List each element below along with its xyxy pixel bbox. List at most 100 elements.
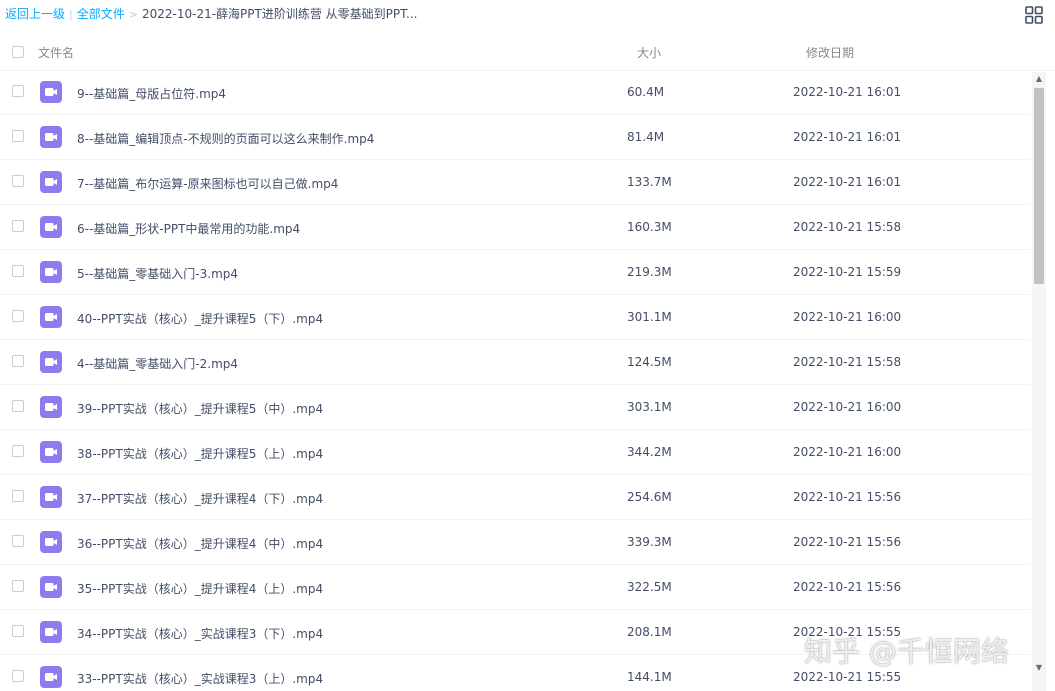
- current-folder-name: 2022-10-21-薛海PPT进阶训练营 从零基础到PPT...: [141, 7, 418, 21]
- video-file-icon: [40, 666, 62, 688]
- table-row[interactable]: 39--PPT实战（核心）_提升课程5（中）.mp4 303.1M 2022-10-…: [0, 385, 1030, 430]
- breadcrumb: 返回上一级 | 全部文件 >2022-10-21-薛海PPT进阶训练营 从零基础到PP…: [5, 6, 417, 23]
- table-header: 文件名 大小 修改日期: [0, 33, 1055, 71]
- file-name[interactable]: 33--PPT实战（核心）_实战课程3（上）.mp4: [77, 670, 323, 687]
- file-size: 303.1M: [627, 400, 672, 414]
- vertical-scrollbar[interactable]: ▲ ▼: [1032, 72, 1046, 691]
- file-modified-date: 2022-10-21 15:58: [793, 220, 902, 234]
- file-name[interactable]: 6--基础篇_形状-PPT中最常用的功能.mp4: [77, 220, 300, 237]
- row-checkbox[interactable]: [12, 85, 24, 97]
- file-name[interactable]: 38--PPT实战（核心）_提升课程5（上）.mp4: [77, 445, 323, 462]
- file-size: 254.6M: [627, 490, 672, 504]
- file-name[interactable]: 9--基础篇_母版占位符.mp4: [77, 85, 226, 102]
- file-name[interactable]: 35--PPT实战（核心）_提升课程4（上）.mp4: [77, 580, 323, 597]
- video-file-icon: [40, 126, 62, 148]
- file-modified-date: 2022-10-21 15:55: [793, 670, 902, 684]
- file-modified-date: 2022-10-21 15:58: [793, 355, 902, 369]
- back-link[interactable]: 返回上一级: [5, 7, 65, 21]
- column-header-name[interactable]: 文件名: [38, 44, 74, 61]
- grid-view-icon[interactable]: [1025, 6, 1043, 24]
- video-file-icon: [40, 306, 62, 328]
- file-modified-date: 2022-10-21 15:55: [793, 625, 902, 639]
- file-name[interactable]: 4--基础篇_零基础入门-2.mp4: [77, 355, 238, 372]
- row-checkbox[interactable]: [12, 175, 24, 187]
- file-size: 339.3M: [627, 535, 672, 549]
- video-file-icon: [40, 261, 62, 283]
- file-modified-date: 2022-10-21 16:00: [793, 310, 902, 324]
- file-browser: 返回上一级 | 全部文件 >2022-10-21-薛海PPT进阶训练营 从零基础到PP…: [0, 0, 1055, 691]
- scrollbar-thumb[interactable]: [1034, 88, 1044, 284]
- video-file-icon: [40, 621, 62, 643]
- file-name[interactable]: 5--基础篇_零基础入门-3.mp4: [77, 265, 238, 282]
- file-size: 124.5M: [627, 355, 672, 369]
- file-name[interactable]: 8--基础篇_编辑顶点-不规则的页面可以这么来制作.mp4: [77, 130, 374, 147]
- row-checkbox[interactable]: [12, 220, 24, 232]
- table-row[interactable]: 37--PPT实战（核心）_提升课程4（下）.mp4 254.6M 2022-10-…: [0, 475, 1030, 520]
- file-name[interactable]: 34--PPT实战（核心）_实战课程3（下）.mp4: [77, 625, 323, 642]
- all-files-link[interactable]: 全部文件: [77, 7, 125, 21]
- file-size: 219.3M: [627, 265, 672, 279]
- row-checkbox[interactable]: [12, 625, 24, 637]
- file-modified-date: 2022-10-21 16:01: [793, 85, 902, 99]
- column-header-modified[interactable]: 修改日期: [806, 44, 854, 61]
- scroll-down-arrow-icon[interactable]: ▼: [1032, 661, 1046, 675]
- file-size: 81.4M: [627, 130, 665, 144]
- file-name[interactable]: 37--PPT实战（核心）_提升课程4（下）.mp4: [77, 490, 323, 507]
- row-checkbox[interactable]: [12, 265, 24, 277]
- file-modified-date: 2022-10-21 15:56: [793, 535, 902, 549]
- table-row[interactable]: 36--PPT实战（核心）_提升课程4（中）.mp4 339.3M 2022-10-…: [0, 520, 1030, 565]
- table-row[interactable]: 35--PPT实战（核心）_提升课程4（上）.mp4 322.5M 2022-10-…: [0, 565, 1030, 610]
- table-row[interactable]: 7--基础篇_布尔运算-原来图标也可以自己做.mp4 133.7M 2022-10-…: [0, 160, 1030, 205]
- table-row[interactable]: 8--基础篇_编辑顶点-不规则的页面可以这么来制作.mp4 81.4M 2022-1…: [0, 115, 1030, 160]
- file-size: 344.2M: [627, 445, 672, 459]
- file-list: 9--基础篇_母版占位符.mp4 60.4M 2022-10-21 16:01 8--…: [0, 70, 1030, 691]
- breadcrumb-bar: 返回上一级 | 全部文件 >2022-10-21-薛海PPT进阶训练营 从零基础到PP…: [0, 0, 1055, 30]
- file-modified-date: 2022-10-21 15:59: [793, 265, 902, 279]
- file-modified-date: 2022-10-21 16:00: [793, 445, 902, 459]
- video-file-icon: [40, 351, 62, 373]
- video-file-icon: [40, 531, 62, 553]
- file-name[interactable]: 36--PPT实战（核心）_提升课程4（中）.mp4: [77, 535, 323, 552]
- table-row[interactable]: 40--PPT实战（核心）_提升课程5（下）.mp4 301.1M 2022-10-…: [0, 295, 1030, 340]
- file-size: 144.1M: [627, 670, 672, 684]
- scroll-up-arrow-icon[interactable]: ▲: [1032, 72, 1046, 86]
- file-name[interactable]: 7--基础篇_布尔运算-原来图标也可以自己做.mp4: [77, 175, 338, 192]
- video-file-icon: [40, 396, 62, 418]
- table-row[interactable]: 9--基础篇_母版占位符.mp4 60.4M 2022-10-21 16:01: [0, 70, 1030, 115]
- row-checkbox[interactable]: [12, 400, 24, 412]
- column-header-size[interactable]: 大小: [637, 44, 661, 61]
- row-checkbox[interactable]: [12, 535, 24, 547]
- table-row[interactable]: 4--基础篇_零基础入门-2.mp4 124.5M 2022-10-21 15:58: [0, 340, 1030, 385]
- table-row[interactable]: 33--PPT实战（核心）_实战课程3（上）.mp4 144.1M 2022-10-…: [0, 655, 1030, 691]
- table-row[interactable]: 34--PPT实战（核心）_实战课程3（下）.mp4 208.1M 2022-10-…: [0, 610, 1030, 655]
- row-checkbox[interactable]: [12, 490, 24, 502]
- file-size: 208.1M: [627, 625, 672, 639]
- row-checkbox[interactable]: [12, 670, 24, 682]
- select-all-checkbox[interactable]: [12, 46, 24, 58]
- row-checkbox[interactable]: [12, 445, 24, 457]
- file-modified-date: 2022-10-21 16:01: [793, 130, 902, 144]
- breadcrumb-chevron: >: [128, 8, 138, 21]
- file-size: 160.3M: [627, 220, 672, 234]
- video-file-icon: [40, 486, 62, 508]
- video-file-icon: [40, 81, 62, 103]
- row-checkbox[interactable]: [12, 580, 24, 592]
- row-checkbox[interactable]: [12, 130, 24, 142]
- file-name[interactable]: 39--PPT实战（核心）_提升课程5（中）.mp4: [77, 400, 323, 417]
- file-modified-date: 2022-10-21 15:56: [793, 490, 902, 504]
- file-modified-date: 2022-10-21 15:56: [793, 580, 902, 594]
- table-row[interactable]: 5--基础篇_零基础入门-3.mp4 219.3M 2022-10-21 15:59: [0, 250, 1030, 295]
- file-size: 322.5M: [627, 580, 672, 594]
- file-size: 60.4M: [627, 85, 665, 99]
- breadcrumb-separator: |: [69, 8, 73, 21]
- row-checkbox[interactable]: [12, 355, 24, 367]
- file-size: 133.7M: [627, 175, 672, 189]
- table-row[interactable]: 6--基础篇_形状-PPT中最常用的功能.mp4 160.3M 2022-10-21…: [0, 205, 1030, 250]
- row-checkbox[interactable]: [12, 310, 24, 322]
- file-name[interactable]: 40--PPT实战（核心）_提升课程5（下）.mp4: [77, 310, 323, 327]
- file-modified-date: 2022-10-21 16:01: [793, 175, 902, 189]
- video-file-icon: [40, 171, 62, 193]
- file-modified-date: 2022-10-21 16:00: [793, 400, 902, 414]
- video-file-icon: [40, 441, 62, 463]
- table-row[interactable]: 38--PPT实战（核心）_提升课程5（上）.mp4 344.2M 2022-10-…: [0, 430, 1030, 475]
